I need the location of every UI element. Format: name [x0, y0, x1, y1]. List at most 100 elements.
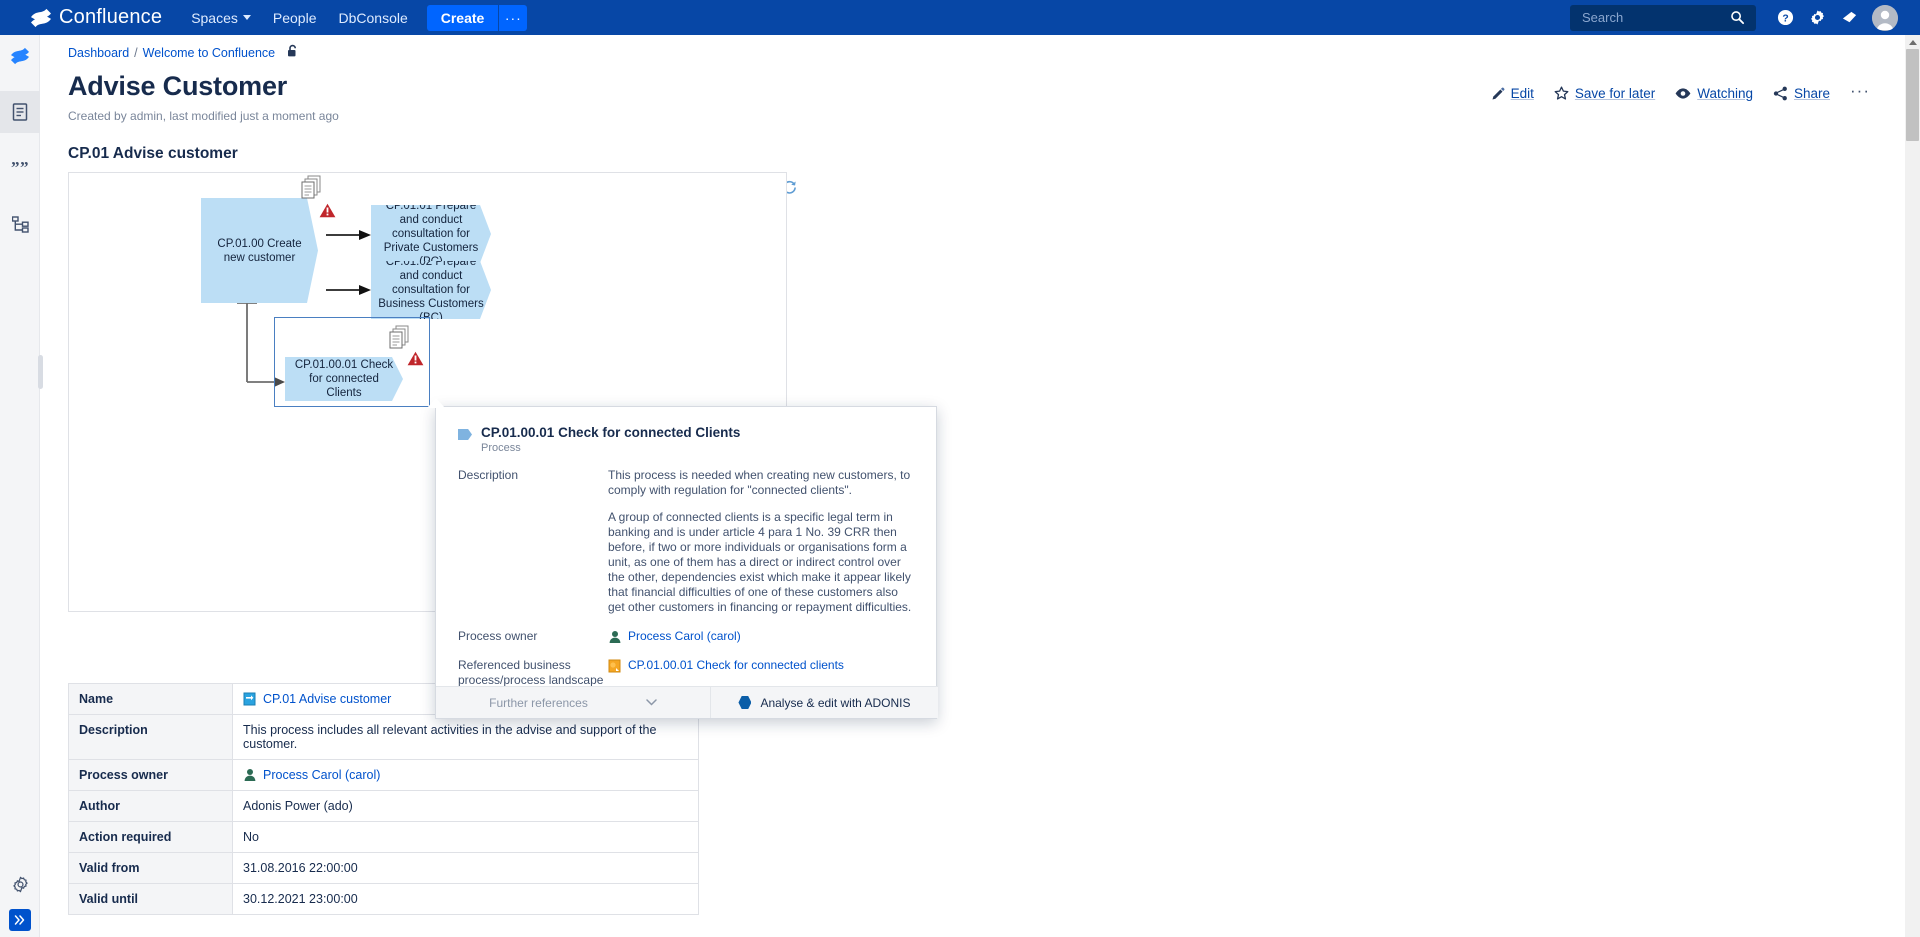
sidebar-item-page-tree[interactable]: [0, 203, 40, 245]
table-cell-value: No: [232, 821, 699, 853]
chevron-double-right-icon: [14, 915, 25, 925]
table-cell-key: Name: [68, 683, 233, 715]
page-icon: [12, 103, 28, 121]
diagram-node-create-new-customer[interactable]: CP.01.00 Create new customer: [201, 198, 318, 303]
breadcrumb-item-space[interactable]: Welcome to Confluence: [143, 46, 275, 60]
orange-doc-icon: [608, 659, 621, 672]
nav-item-spaces-label: Spaces: [191, 9, 238, 26]
unlocked-padlock-icon[interactable]: [286, 44, 299, 61]
top-nav-right-group: ?: [1570, 3, 1898, 33]
section-title: CP.01 Advise customer: [68, 145, 238, 162]
further-references-dropdown[interactable]: Further references: [436, 687, 711, 718]
process-details-popup[interactable]: CP.01.00.01 Check for connected Clients …: [427, 398, 938, 719]
edit-button-label: Edit: [1510, 86, 1534, 101]
share-button[interactable]: Share: [1773, 86, 1830, 101]
gear-icon[interactable]: [1802, 3, 1832, 33]
page-actions-more-button[interactable]: ···: [1850, 81, 1870, 106]
scroll-up-arrow[interactable]: [1905, 35, 1920, 49]
confluence-space-icon: [11, 47, 29, 65]
warning-icon[interactable]: [407, 351, 424, 371]
popup-label-description: Description: [458, 468, 519, 482]
sidebar-item-blog[interactable]: ” ”: [0, 147, 40, 189]
watching-button[interactable]: Watching: [1675, 86, 1753, 101]
search-input[interactable]: [1580, 9, 1730, 26]
save-for-later-button[interactable]: Save for later: [1554, 86, 1655, 101]
popup-link-process-owner[interactable]: Process Carol (carol): [628, 629, 741, 644]
table-row: Process owner Process Carol (carol): [68, 759, 699, 791]
table-row: Valid until 30.12.2021 23:00:00: [68, 883, 699, 915]
table-cell-value: 31.08.2016 22:00:00: [232, 852, 699, 884]
search-icon[interactable]: [1730, 10, 1745, 25]
nav-item-people[interactable]: People: [262, 0, 328, 35]
table-cell-key: Author: [68, 790, 233, 822]
breadcrumb-separator: /: [134, 45, 138, 60]
sidebar-item-pages[interactable]: [0, 91, 40, 133]
eye-icon: [1675, 88, 1691, 99]
nav-item-spaces[interactable]: Spaces: [180, 0, 262, 35]
create-button[interactable]: Create: [426, 4, 499, 31]
popup-body: Description This process is needed when …: [436, 454, 936, 688]
popup-title: CP.01.00.01 Check for connected Clients: [481, 425, 741, 440]
nav-item-dbconsole[interactable]: DbConsole: [327, 0, 418, 35]
sidebar-item-space-logo[interactable]: [0, 35, 40, 77]
link-process-owner[interactable]: Process Carol (carol): [263, 768, 380, 782]
sidebar-resize-handle[interactable]: [38, 355, 43, 389]
table-cell-key: Description: [68, 714, 233, 760]
chevron-down-icon: [242, 15, 251, 20]
confluence-logo-icon: [31, 8, 51, 27]
tree-icon: [11, 215, 29, 233]
svg-text:”: ”: [11, 160, 20, 176]
breadcrumb: Dashboard / Welcome to Confluence: [68, 44, 1906, 61]
link-process-name[interactable]: CP.01 Advise customer: [263, 692, 391, 706]
table-row: Action required No: [68, 821, 699, 853]
popup-value-description: This process is needed when creating new…: [608, 468, 914, 615]
scrollbar-thumb[interactable]: [1906, 49, 1919, 141]
table-cell-value: This process includes all relevant activ…: [232, 714, 699, 760]
pencil-icon: [1492, 87, 1505, 99]
sidebar-expand-button[interactable]: [9, 909, 31, 931]
breadcrumb-item-dashboard[interactable]: Dashboard: [68, 46, 129, 60]
sidebar-bottom-group: [0, 863, 40, 931]
chevron-down-icon: [646, 699, 657, 706]
popup-header: CP.01.00.01 Check for connected Clients …: [436, 407, 936, 454]
sidebar-item-space-settings[interactable]: [0, 863, 40, 905]
edit-button[interactable]: Edit: [1491, 86, 1534, 101]
adonis-icon: [738, 696, 752, 709]
watching-label: Watching: [1697, 86, 1753, 101]
diagram-node-check-connected-clients[interactable]: CP.01.00.01 Check for connected Clients: [285, 357, 403, 401]
warning-icon[interactable]: [319, 203, 336, 223]
process-doc-icon: [243, 692, 256, 706]
left-sidebar-rail: ” ”: [0, 35, 40, 937]
analyse-edit-adonis-button[interactable]: Analyse & edit with ADONIS: [711, 687, 938, 718]
popup-footer: Further references Analyse & edit with A…: [436, 686, 938, 718]
table-row: Description This process includes all re…: [68, 714, 699, 760]
table-row: Valid from 31.08.2016 22:00:00: [68, 852, 699, 884]
documents-icon[interactable]: [301, 175, 322, 206]
quote-icon: ” ”: [11, 160, 29, 176]
notifications-icon[interactable]: [1834, 3, 1864, 33]
popup-link-referenced-process[interactable]: CP.01.00.01 Check for connected clients: [628, 658, 844, 673]
help-icon[interactable]: ?: [1770, 3, 1800, 33]
description-paragraph-2: A group of connected clients is a specif…: [608, 510, 912, 614]
confluence-logo-home-link[interactable]: Confluence: [30, 6, 162, 29]
diagram-node-prepare-pc[interactable]: CP.01.01 Prepare and conduct consultatio…: [371, 205, 491, 263]
diagram-node-prepare-bc[interactable]: CP.01.02 Prepare and conduct consultatio…: [371, 261, 491, 319]
page-content: Dashboard / Welcome to Confluence Edit S…: [40, 35, 1906, 937]
search-box[interactable]: [1570, 4, 1756, 31]
page-actions-toolbar: Edit Save for later Watching Share ···: [1491, 81, 1870, 106]
popup-value-referenced-process: CP.01.00.01 Check for connected clients: [608, 658, 914, 688]
svg-text:?: ?: [1782, 13, 1788, 24]
table-cell-key: Process owner: [68, 759, 233, 791]
avatar[interactable]: [1872, 4, 1898, 31]
page-metadata: Created by admin, last modified just a m…: [68, 109, 339, 123]
process-chevron-icon: [458, 429, 472, 440]
create-more-button[interactable]: ···: [499, 4, 528, 31]
popup-label-referenced-process: Referenced business process/process land…: [458, 658, 604, 687]
gear-icon: [12, 876, 28, 892]
diagram-node-check-connected-clients-label: CP.01.00.01 Check for connected Clients: [294, 359, 394, 399]
diagram-node-prepare-pc-label: CP.01.01 Prepare and conduct consultatio…: [383, 200, 479, 254]
save-for-later-label: Save for later: [1574, 86, 1656, 101]
popup-field-process-owner: Process owner Process Carol (carol): [458, 629, 914, 644]
table-cell-value: 30.12.2021 23:00:00: [232, 883, 699, 915]
vertical-scrollbar[interactable]: [1905, 35, 1920, 937]
